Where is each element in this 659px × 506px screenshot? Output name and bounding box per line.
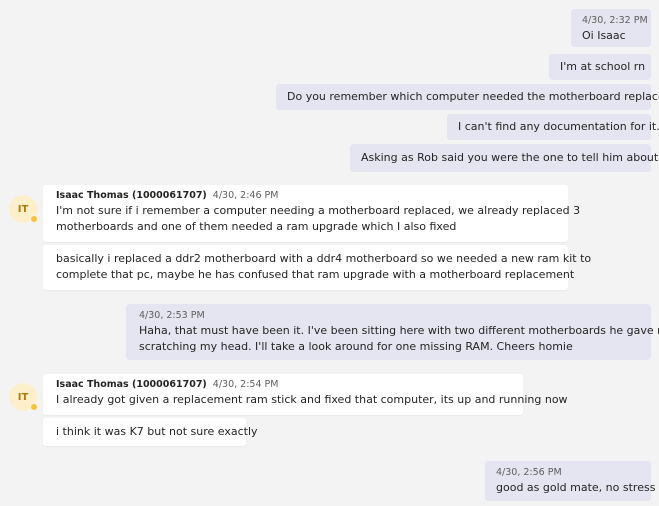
incoming-message[interactable]: basically i replaced a ddr2 motherboard … [43,245,592,290]
away-clock-icon [30,403,38,411]
incoming-message[interactable]: i think it was K7 but not sure exactly [43,418,258,446]
message-text-line: Haha, that must have been it. I've been … [139,324,659,337]
outgoing-message[interactable]: I can't find any documentation for it. [447,114,659,140]
incoming-message[interactable]: Isaac Thomas (1000061707) 4/30, 2:54 PM I… [43,374,568,415]
outgoing-message[interactable]: Do you remember which computer needed th… [276,84,659,110]
sender-name: Isaac Thomas (1000061707) [56,379,207,390]
message-text-line: basically i replaced a ddr2 motherboard … [56,252,592,265]
message-timestamp: 4/30, 2:53 PM [139,310,205,321]
outgoing-message[interactable]: 4/30, 2:32 PM Oi Isaac [571,9,651,47]
avatar[interactable]: IT [9,383,38,411]
message-text: I'm at school rn [560,60,646,74]
message-text: i think it was K7 but not sure exactly [56,425,258,438]
outgoing-message[interactable]: 4/30, 2:53 PM Haha, that must have been … [126,304,659,360]
outgoing-message[interactable]: 4/30, 2:56 PM good as gold mate, no stre… [485,461,656,501]
message-text: Do you remember which computer needed th… [287,90,659,104]
message-timestamp: 4/30, 2:46 PM [212,190,279,201]
message-text-line: I'm not sure if i remember a computer ne… [56,204,581,217]
outgoing-message[interactable]: I'm at school rn [549,54,651,80]
avatar-initials: IT [17,391,29,403]
away-clock-icon [30,215,38,223]
message-header: Isaac Thomas (1000061707) 4/30, 2:54 PM [56,378,513,391]
message-text: good as gold mate, no stress [496,481,656,494]
message-text: Asking as Rob said you were the one to t… [361,151,659,165]
message-text: Oi Isaac [582,29,626,42]
message-text-line: motherboards and one of them needed a ra… [56,219,457,233]
sender-name: Isaac Thomas (1000061707) [56,190,207,201]
message-timestamp: 4/30, 2:32 PM [582,15,648,26]
message-text: I can't find any documentation for it. [458,120,659,134]
message-text: I already got given a replacement ram st… [56,393,568,406]
incoming-message[interactable]: Isaac Thomas (1000061707) 4/30, 2:46 PM I… [43,185,581,242]
message-text-line: complete that pc, maybe he has confused … [56,267,575,281]
message-text-line: scratching my head. I'll take a look aro… [139,339,573,353]
avatar[interactable]: IT [9,195,38,223]
message-header: Isaac Thomas (1000061707) 4/30, 2:46 PM [56,189,558,202]
avatar-initials: IT [17,203,29,215]
outgoing-message[interactable]: Asking as Rob said you were the one to t… [350,144,659,172]
message-timestamp: 4/30, 2:54 PM [212,379,279,390]
message-timestamp: 4/30, 2:56 PM [496,467,562,478]
